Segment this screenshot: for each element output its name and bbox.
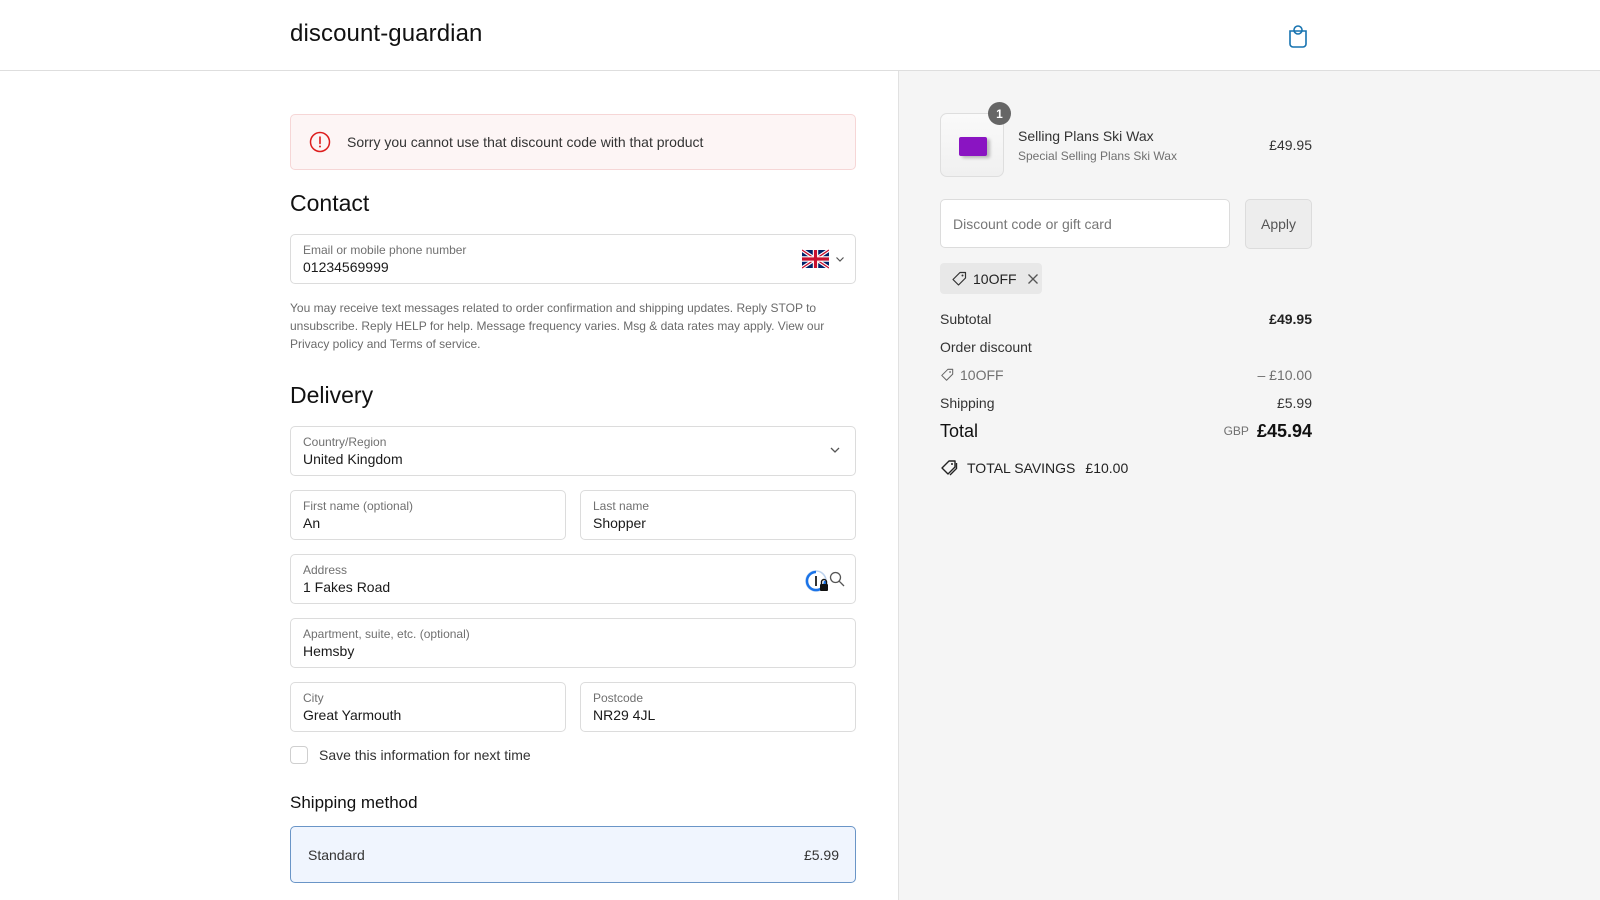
header: discount-guardian xyxy=(0,0,1600,71)
product-price: £49.95 xyxy=(1269,137,1312,153)
shipping-label: Shipping xyxy=(940,395,995,411)
postcode-field[interactable]: Postcode NR29 4JL xyxy=(580,682,856,732)
total-value: £45.94 xyxy=(1256,421,1312,441)
first-name-value: An xyxy=(303,515,321,531)
apartment-value: Hemsby xyxy=(303,643,355,659)
sms-consent-note: You may receive text messages related to… xyxy=(290,301,825,351)
postcode-label: Postcode xyxy=(593,691,644,705)
city-value: Great Yarmouth xyxy=(303,707,402,723)
discount-error-banner: Sorry you cannot use that discount code … xyxy=(290,114,856,170)
discount-code-input[interactable] xyxy=(940,199,1230,248)
currency-code: GBP xyxy=(1223,424,1249,438)
order-discount-row: Order discount xyxy=(940,339,1312,355)
apply-discount-button[interactable]: Apply xyxy=(1245,199,1312,249)
cart-button[interactable] xyxy=(1286,22,1310,50)
tag-icon xyxy=(952,271,967,286)
line-item: 1 Selling Plans Ski Wax Special Selling … xyxy=(940,102,1312,177)
contact-field-label: Email or mobile phone number xyxy=(303,243,467,257)
country-select[interactable]: Country/Region United Kingdom xyxy=(290,426,856,476)
chevron-down-icon[interactable] xyxy=(835,254,845,264)
password-manager-icon[interactable] xyxy=(805,569,829,593)
country-label: Country/Region xyxy=(303,435,387,449)
remove-discount-icon[interactable] xyxy=(1027,273,1039,285)
shipping-option-standard[interactable]: Standard £5.99 xyxy=(290,826,856,883)
total-savings: TOTAL SAVINGS £10.00 xyxy=(940,459,1128,477)
save-info-label: Save this information for next time xyxy=(319,747,531,763)
total-amount-group: GBP £45.94 xyxy=(1224,421,1312,442)
applied-discount-chip: 10OFF xyxy=(940,263,1042,294)
error-circle-icon xyxy=(309,131,331,153)
quantity-badge: 1 xyxy=(988,102,1011,125)
total-row: Total GBP £45.94 xyxy=(940,421,1312,442)
first-name-field[interactable]: First name (optional) An xyxy=(290,490,566,540)
save-info-checkbox[interactable] xyxy=(290,746,308,764)
chevron-down-icon xyxy=(830,447,840,453)
order-summary-panel xyxy=(898,71,1600,900)
first-name-label: First name (optional) xyxy=(303,499,414,513)
shipping-option-name: Standard xyxy=(308,847,365,863)
tag-icon xyxy=(941,368,954,381)
address-label: Address xyxy=(303,563,348,577)
contact-field[interactable]: Email or mobile phone number 01234569999 xyxy=(290,234,856,284)
city-field[interactable]: City Great Yarmouth xyxy=(290,682,566,732)
discount-code-label: 10OFF xyxy=(960,367,1004,383)
total-label: Total xyxy=(940,421,979,441)
discount-code-row: 10OFF – £10.00 xyxy=(940,367,1312,383)
savings-tag-icon xyxy=(941,460,958,476)
product-title: Selling Plans Ski Wax xyxy=(1018,128,1154,144)
subtotal-value: £49.95 xyxy=(1269,311,1312,327)
subtotal-label: Subtotal xyxy=(940,311,992,327)
error-message: Sorry you cannot use that discount code … xyxy=(347,134,704,150)
address-field[interactable]: Address 1 Fakes Road xyxy=(290,554,856,604)
search-icon[interactable] xyxy=(829,571,845,587)
order-discount-label: Order discount xyxy=(940,339,1032,355)
subtotal-row: Subtotal £49.95 xyxy=(940,311,1312,327)
city-label: City xyxy=(303,691,324,705)
savings-value: £10.00 xyxy=(1085,460,1129,476)
discount-amount: – £10.00 xyxy=(1257,367,1313,383)
shipping-row: Shipping £5.99 xyxy=(940,395,1312,411)
delivery-heading: Delivery xyxy=(290,382,374,408)
last-name-label: Last name xyxy=(593,499,650,513)
savings-label: TOTAL SAVINGS xyxy=(967,460,1076,476)
address-value: 1 Fakes Road xyxy=(303,579,391,595)
contact-heading: Contact xyxy=(290,190,370,216)
postcode-value: NR29 4JL xyxy=(593,707,656,723)
apartment-field[interactable]: Apartment, suite, etc. (optional) Hemsby xyxy=(290,618,856,668)
applied-discount-code: 10OFF xyxy=(973,270,1017,287)
country-value: United Kingdom xyxy=(303,451,403,467)
ski-wax-image xyxy=(959,137,987,156)
last-name-value: Shopper xyxy=(593,515,646,531)
product-subtitle: Special Selling Plans Ski Wax xyxy=(1018,149,1177,163)
uk-flag-icon[interactable] xyxy=(802,249,829,269)
shop-name[interactable]: discount-guardian xyxy=(290,20,483,48)
contact-field-value: 01234569999 xyxy=(303,259,389,275)
apartment-label: Apartment, suite, etc. (optional) xyxy=(303,627,470,641)
shipping-method-heading: Shipping method xyxy=(290,793,418,812)
last-name-field[interactable]: Last name Shopper xyxy=(580,490,856,540)
shipping-value: £5.99 xyxy=(1276,395,1312,411)
shopping-bag-icon xyxy=(1289,25,1307,48)
save-info-row[interactable]: Save this information for next time xyxy=(290,746,531,764)
shipping-option-price: £5.99 xyxy=(803,847,839,863)
